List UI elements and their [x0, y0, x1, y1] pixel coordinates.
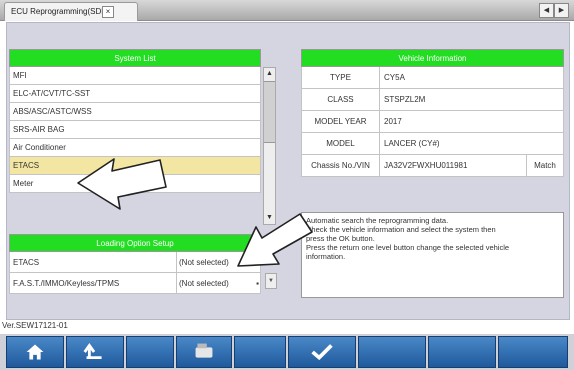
option-name: F.A.S.T./IMMO/Keyless/TPMS: [13, 279, 120, 288]
system-list-header: System List: [9, 49, 261, 67]
vehicle-label: MODEL YEAR: [302, 111, 380, 132]
vehicle-label: CLASS: [302, 89, 380, 110]
option-select[interactable]: (Not selected): [176, 273, 251, 293]
vehicle-value: STSPZL2M: [384, 95, 426, 104]
vehicle-info-header: Vehicle Information: [301, 49, 564, 67]
bottom-toolbar: [0, 334, 574, 370]
system-item-abs[interactable]: ABS/ASC/ASTC/WSS: [9, 103, 261, 121]
vehicle-row-model-year: MODEL YEAR 2017: [301, 111, 564, 133]
main-content: System List MFI ELC-AT/CVT/TC-SST ABS/AS…: [6, 22, 570, 320]
message-line: Press the return one level button change…: [306, 243, 510, 252]
system-item-etacs[interactable]: ETACS: [9, 157, 261, 175]
option-name: ETACS: [13, 258, 40, 267]
vehicle-value: CY5A: [384, 73, 405, 82]
message-line: press the OK button.: [306, 234, 375, 243]
toolbar-button-blank[interactable]: [498, 336, 568, 368]
toolbar-button-blank[interactable]: [126, 336, 174, 368]
tab-label: ECU Reprogramming(SDB): [11, 7, 110, 16]
option-row-etacs: ETACS (Not selected): [9, 252, 261, 273]
tab-ecu-reprogramming[interactable]: ECU Reprogramming(SDB) ×: [4, 2, 138, 21]
message-line: Automatic search the reprogramming data.: [306, 216, 449, 225]
loading-option-header: Loading Option Setup: [9, 234, 261, 252]
ecu-button[interactable]: [176, 336, 232, 368]
toolbar-button-blank[interactable]: [234, 336, 286, 368]
vehicle-information: Vehicle Information TYPE CY5A CLASS STSP…: [301, 49, 564, 177]
tab-nav: ◀ ▶: [539, 3, 569, 18]
scroll-thumb[interactable]: [264, 81, 275, 143]
loading-option-setup: Loading Option Setup ETACS (Not selected…: [9, 234, 277, 294]
return-button[interactable]: [66, 336, 124, 368]
vehicle-row-vin: Chassis No./VIN JA32V2FWXHU011981 Match: [301, 155, 564, 177]
system-item-mfi[interactable]: MFI: [9, 67, 261, 85]
close-icon[interactable]: ×: [102, 6, 114, 18]
check-icon: [311, 344, 333, 361]
vehicle-label: Chassis No./VIN: [302, 155, 380, 176]
vehicle-row-model: MODEL LANCER (CY#): [301, 133, 564, 155]
message-box: Automatic search the reprogramming data.…: [301, 212, 564, 298]
version-label: Ver.SEW17121-01: [2, 321, 68, 330]
chevron-left-icon[interactable]: ◀: [539, 3, 554, 18]
dropdown-icon[interactable]: ▪: [253, 273, 262, 294]
toolbar-button-blank[interactable]: [358, 336, 426, 368]
toolbar-button-blank[interactable]: [428, 336, 496, 368]
vehicle-value: LANCER (CY#): [384, 139, 440, 148]
system-item-srs[interactable]: SRS-AIR BAG: [9, 121, 261, 139]
system-list-scrollbar[interactable]: ▲ ▼: [263, 67, 276, 225]
system-item-air-conditioner[interactable]: Air Conditioner: [9, 139, 261, 157]
message-line: Check the vehicle information and select…: [306, 225, 496, 234]
vehicle-label: MODEL: [302, 133, 380, 154]
home-icon: [26, 344, 44, 360]
vehicle-row-class: CLASS STSPZL2M: [301, 89, 564, 111]
scroll-down-icon[interactable]: ▼: [264, 212, 275, 224]
vin-match-status: Match: [526, 155, 563, 176]
system-item-elc-at[interactable]: ELC-AT/CVT/TC-SST: [9, 85, 261, 103]
title-bar: ECU Reprogramming(SDB) × ◀ ▶: [0, 0, 574, 21]
return-icon: [83, 343, 102, 360]
system-item-meter[interactable]: Meter: [9, 175, 261, 193]
vehicle-value: JA32V2FWXHU011981: [384, 161, 468, 170]
ok-button[interactable]: [288, 336, 356, 368]
message-line: information.: [306, 252, 346, 261]
vehicle-value: 2017: [384, 117, 402, 126]
option-select[interactable]: (Not selected): [176, 252, 251, 272]
system-list: System List MFI ELC-AT/CVT/TC-SST ABS/AS…: [9, 49, 261, 193]
chevron-right-icon[interactable]: ▶: [554, 3, 569, 18]
vehicle-label: TYPE: [302, 67, 380, 88]
option-row-fast: F.A.S.T./IMMO/Keyless/TPMS (Not selected…: [9, 273, 261, 294]
vehicle-row-type: TYPE CY5A: [301, 67, 564, 89]
home-button[interactable]: [6, 336, 64, 368]
option-scroll-down-icon[interactable]: ▼: [265, 273, 277, 289]
ecu-icon: [195, 343, 213, 358]
scroll-up-icon[interactable]: ▲: [264, 68, 275, 80]
